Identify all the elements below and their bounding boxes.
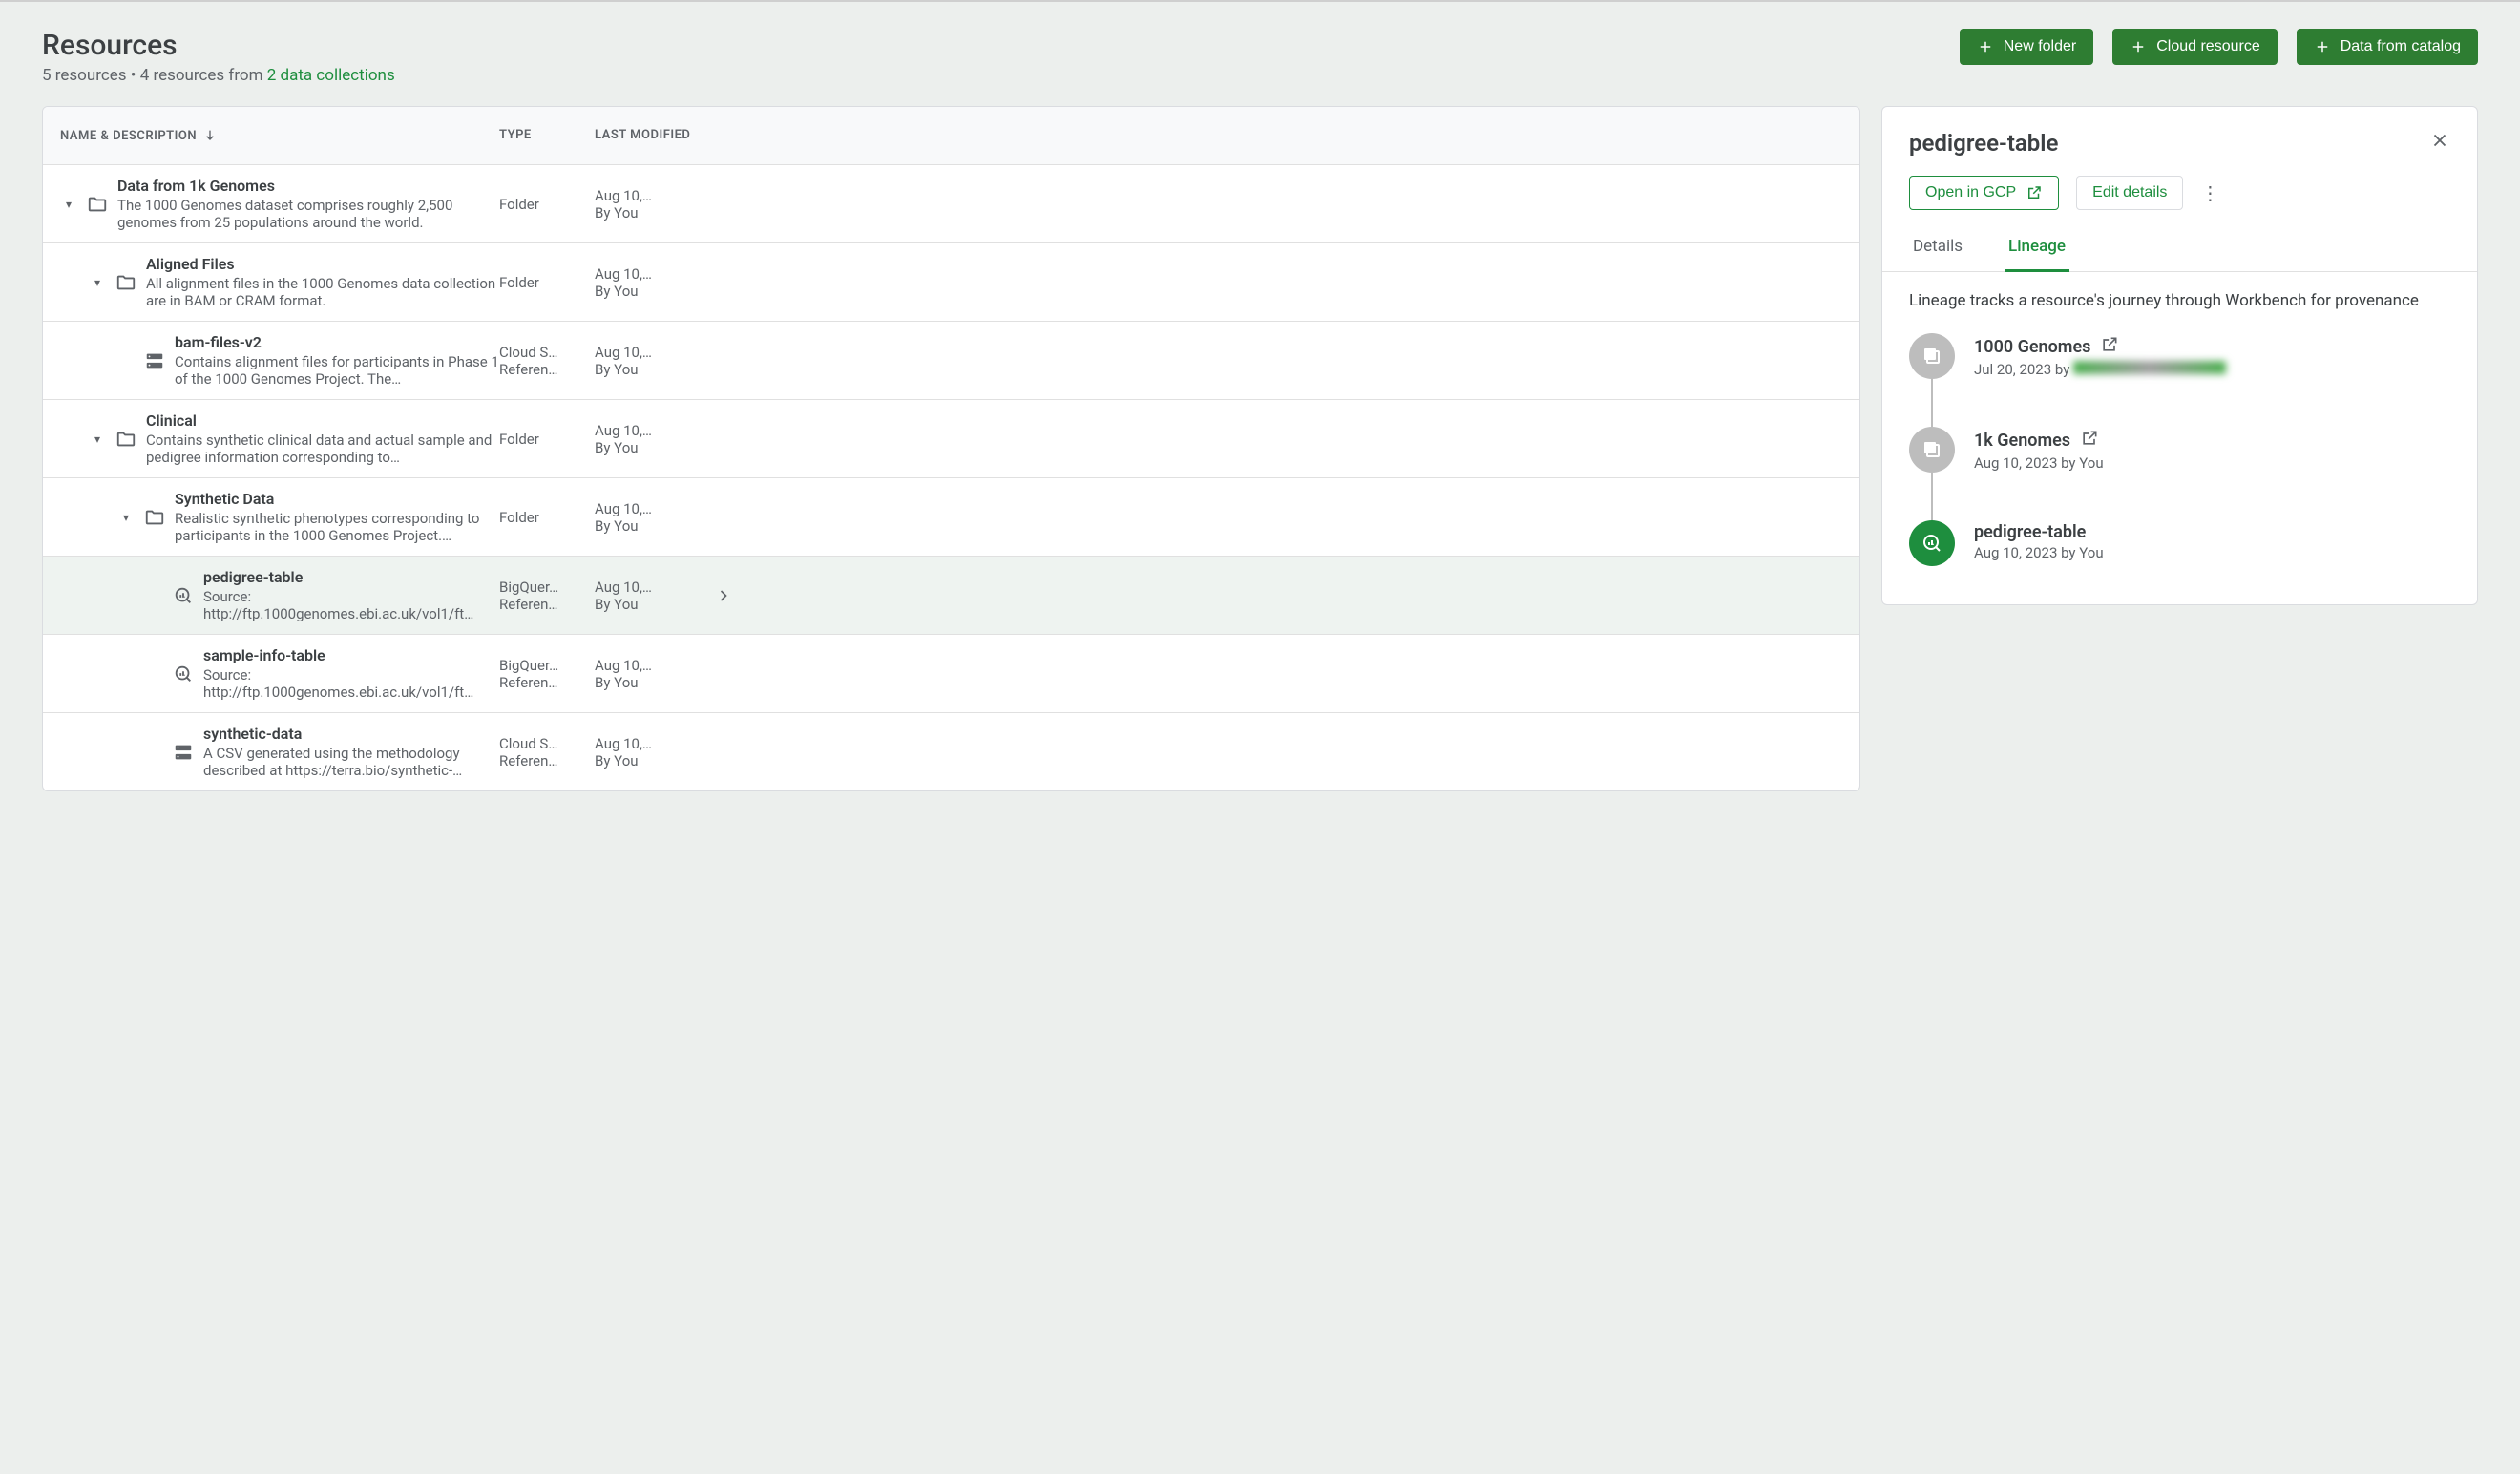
close-panel-button[interactable] bbox=[2429, 130, 2450, 157]
resource-title: Clinical bbox=[146, 411, 499, 430]
panel-title: pedigree-table bbox=[1909, 130, 2058, 157]
storage-icon bbox=[144, 350, 165, 371]
resource-type: Folder bbox=[499, 196, 595, 213]
more-actions-button[interactable]: ⋮ bbox=[2200, 181, 2219, 205]
lineage-connector bbox=[1931, 473, 1933, 520]
page-subtitle: 5 resources • 4 resources from 2 data co… bbox=[42, 66, 395, 85]
redacted-author bbox=[2073, 361, 2226, 374]
resources-table: NAME & DESCRIPTION TYPE LAST MODIFIED ▾ … bbox=[42, 106, 1860, 791]
resource-description: All alignment files in the 1000 Genomes … bbox=[146, 275, 499, 309]
col-header-name[interactable]: NAME & DESCRIPTION bbox=[60, 128, 499, 143]
table-row[interactable]: ▾ Synthetic Data Realistic synthetic phe… bbox=[43, 478, 1859, 557]
resource-modified: Aug 10,…By You bbox=[595, 579, 709, 613]
col-header-modified[interactable]: LAST MODIFIED bbox=[595, 128, 709, 143]
folder-icon bbox=[116, 272, 136, 293]
expand-toggle[interactable]: ▾ bbox=[117, 511, 135, 524]
resource-modified: Aug 10,…By You bbox=[595, 657, 709, 691]
lineage-node-title: 1k Genomes bbox=[1974, 429, 2104, 453]
folder-icon bbox=[144, 507, 165, 528]
lineage-node[interactable]: pedigree-table Aug 10, 2023 by You bbox=[1909, 520, 2450, 566]
sort-down-icon bbox=[202, 128, 218, 143]
lineage-node[interactable]: 1k Genomes Aug 10, 2023 by You bbox=[1909, 427, 2450, 473]
data-collections-link[interactable]: 2 data collections bbox=[267, 66, 395, 85]
lineage-node-icon bbox=[1909, 333, 1955, 379]
details-panel: pedigree-table Open in GCP Edit details … bbox=[1881, 106, 2478, 605]
lineage-node-title: 1000 Genomes bbox=[1974, 335, 2226, 359]
lineage-node-subtitle: Aug 10, 2023 by You bbox=[1974, 454, 2104, 472]
resource-title: Data from 1k Genomes bbox=[117, 177, 499, 195]
resource-description: A CSV generated using the methodology de… bbox=[203, 745, 499, 779]
expand-toggle[interactable]: ▾ bbox=[89, 432, 106, 446]
resource-modified: Aug 10,…By You bbox=[595, 735, 709, 769]
resource-title: Synthetic Data bbox=[175, 490, 499, 508]
page-title: Resources bbox=[42, 29, 395, 62]
table-row[interactable]: bam-files-v2 Contains alignment files fo… bbox=[43, 322, 1859, 400]
tab-lineage[interactable]: Lineage bbox=[2005, 227, 2069, 272]
storage-icon bbox=[173, 742, 194, 763]
external-link-icon[interactable] bbox=[2100, 335, 2119, 359]
plus-icon bbox=[1977, 38, 1994, 55]
lineage-node-title: pedigree-table bbox=[1974, 522, 2104, 542]
lineage-connector bbox=[1931, 379, 1933, 427]
resource-title: bam-files-v2 bbox=[175, 333, 499, 351]
table-row[interactable]: pedigree-table Source: http://ftp.1000ge… bbox=[43, 557, 1859, 635]
plus-icon bbox=[2130, 38, 2147, 55]
resource-type: Cloud S… Referen… bbox=[499, 344, 595, 378]
lineage-node-subtitle: Jul 20, 2023 by bbox=[1974, 361, 2226, 378]
table-row[interactable]: sample-info-table Source: http://ftp.100… bbox=[43, 635, 1859, 713]
open-in-gcp-button[interactable]: Open in GCP bbox=[1909, 176, 2059, 210]
lineage-description: Lineage tracks a resource's journey thro… bbox=[1909, 291, 2450, 310]
cloud-resource-button[interactable]: Cloud resource bbox=[2112, 29, 2278, 65]
resource-type: Folder bbox=[499, 274, 595, 291]
new-folder-button[interactable]: New folder bbox=[1960, 29, 2093, 65]
resource-modified: Aug 10,…By You bbox=[595, 422, 709, 456]
expand-toggle[interactable]: ▾ bbox=[89, 276, 106, 289]
resource-type: Cloud S… Referen… bbox=[499, 735, 595, 769]
external-link-icon bbox=[2026, 184, 2043, 201]
resource-type: BigQuer… Referen… bbox=[499, 657, 595, 691]
resource-modified: Aug 10,…By You bbox=[595, 500, 709, 535]
bigquery-icon bbox=[173, 585, 194, 606]
resource-description: Realistic synthetic phenotypes correspon… bbox=[175, 510, 499, 544]
resource-type: BigQuer… Referen… bbox=[499, 579, 595, 613]
resource-title: Aligned Files bbox=[146, 255, 499, 273]
tab-details[interactable]: Details bbox=[1909, 227, 1966, 272]
close-icon bbox=[2429, 130, 2450, 151]
resource-description: Source: http://ftp.1000genomes.ebi.ac.uk… bbox=[203, 588, 499, 622]
resource-description: Contains synthetic clinical data and act… bbox=[146, 432, 499, 466]
bigquery-icon bbox=[173, 663, 194, 684]
lineage-node-icon bbox=[1909, 427, 1955, 473]
resource-title: sample-info-table bbox=[203, 646, 499, 664]
folder-icon bbox=[87, 194, 108, 215]
resource-title: pedigree-table bbox=[203, 568, 499, 586]
plus-icon bbox=[2314, 38, 2331, 55]
resource-modified: Aug 10,…By You bbox=[595, 265, 709, 300]
resource-modified: Aug 10,…By You bbox=[595, 344, 709, 378]
resource-description: Source: http://ftp.1000genomes.ebi.ac.uk… bbox=[203, 666, 499, 701]
chevron-right-icon[interactable] bbox=[709, 586, 738, 605]
table-row[interactable]: ▾ Clinical Contains synthetic clinical d… bbox=[43, 400, 1859, 478]
edit-details-button[interactable]: Edit details bbox=[2076, 176, 2183, 210]
lineage-node-icon bbox=[1909, 520, 1955, 566]
table-row[interactable]: ▾ Aligned Files All alignment files in t… bbox=[43, 243, 1859, 322]
lineage-node-subtitle: Aug 10, 2023 by You bbox=[1974, 544, 2104, 561]
resource-title: synthetic-data bbox=[203, 725, 499, 743]
col-header-type[interactable]: TYPE bbox=[499, 128, 595, 143]
data-from-catalog-button[interactable]: Data from catalog bbox=[2297, 29, 2478, 65]
external-link-icon[interactable] bbox=[2080, 429, 2099, 453]
expand-toggle[interactable]: ▾ bbox=[60, 198, 77, 211]
resource-description: Contains alignment files for participant… bbox=[175, 353, 499, 388]
resource-modified: Aug 10,…By You bbox=[595, 187, 709, 221]
lineage-node[interactable]: 1000 Genomes Jul 20, 2023 by bbox=[1909, 333, 2450, 379]
folder-icon bbox=[116, 429, 136, 450]
table-row[interactable]: ▾ Data from 1k Genomes The 1000 Genomes … bbox=[43, 165, 1859, 243]
resource-type: Folder bbox=[499, 431, 595, 448]
resource-description: The 1000 Genomes dataset comprises rough… bbox=[117, 197, 499, 231]
resource-type: Folder bbox=[499, 509, 595, 526]
table-row[interactable]: synthetic-data A CSV generated using the… bbox=[43, 713, 1859, 790]
